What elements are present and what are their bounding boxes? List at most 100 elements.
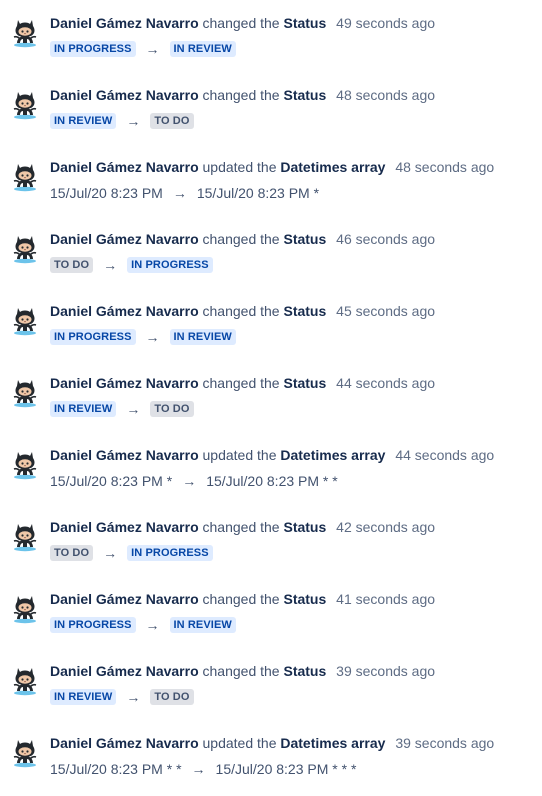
octocat-avatar-icon[interactable] xyxy=(12,16,38,48)
octocat-avatar-icon[interactable] xyxy=(12,592,38,624)
entry-timestamp[interactable]: 42 seconds ago xyxy=(336,519,435,535)
old-status-lozenge: IN REVIEW xyxy=(50,401,117,417)
octocat-avatar-icon[interactable] xyxy=(12,88,38,120)
action-text: changed the xyxy=(202,87,280,103)
arrow-right-icon: → xyxy=(172,185,187,201)
field-name: Datetimes array xyxy=(280,159,386,175)
arrow-right-icon: → xyxy=(126,689,141,705)
entry-summary: Daniel Gámez Navarro changed the Status … xyxy=(50,518,435,536)
action-text: updated the xyxy=(202,735,277,751)
field-name: Status xyxy=(283,87,327,103)
author-name[interactable]: Daniel Gámez Navarro xyxy=(50,231,199,247)
entry-timestamp[interactable]: 44 seconds ago xyxy=(395,447,494,463)
change-values: IN PROGRESS → IN REVIEW xyxy=(50,328,236,346)
change-values: TO DO → IN PROGRESS xyxy=(50,256,213,274)
old-status-lozenge: IN REVIEW xyxy=(50,689,117,705)
change-values: TO DO → IN PROGRESS xyxy=(50,544,213,562)
field-name: Status xyxy=(283,375,327,391)
new-status-lozenge: TO DO xyxy=(150,113,194,129)
author-name[interactable]: Daniel Gámez Navarro xyxy=(50,15,199,31)
field-name: Datetimes array xyxy=(280,447,386,463)
arrow-right-icon: → xyxy=(126,113,141,129)
octocat-avatar-icon[interactable] xyxy=(12,448,38,480)
field-name: Status xyxy=(283,231,327,247)
history-entry: Daniel Gámez Navarro changed the Status … xyxy=(0,518,542,580)
change-values: IN PROGRESS → IN REVIEW xyxy=(50,40,236,58)
new-datetime-value: 15/Jul/20 8:23 PM * * xyxy=(206,473,338,489)
history-entry: Daniel Gámez Navarro updated the Datetim… xyxy=(0,734,542,796)
arrow-right-icon: → xyxy=(182,473,197,489)
old-status-lozenge: IN PROGRESS xyxy=(50,617,136,633)
arrow-right-icon: → xyxy=(103,257,118,273)
arrow-right-icon: → xyxy=(145,329,160,345)
history-entry: Daniel Gámez Navarro changed the Status … xyxy=(0,230,542,292)
octocat-avatar-icon[interactable] xyxy=(12,304,38,336)
field-name: Status xyxy=(283,663,327,679)
entry-summary: Daniel Gámez Navarro updated the Datetim… xyxy=(50,734,494,752)
history-entry: Daniel Gámez Navarro changed the Status … xyxy=(0,302,542,364)
old-datetime-value: 15/Jul/20 8:23 PM * * xyxy=(50,761,182,777)
action-text: updated the xyxy=(202,447,277,463)
author-name[interactable]: Daniel Gámez Navarro xyxy=(50,303,199,319)
activity-feed: Daniel Gámez Navarro changed the Status … xyxy=(0,0,542,793)
action-text: changed the xyxy=(202,15,280,31)
old-status-lozenge: TO DO xyxy=(50,257,94,273)
author-name[interactable]: Daniel Gámez Navarro xyxy=(50,591,199,607)
field-name: Status xyxy=(283,303,327,319)
entry-timestamp[interactable]: 44 seconds ago xyxy=(336,375,435,391)
change-values: 15/Jul/20 8:23 PM * → 15/Jul/20 8:23 PM … xyxy=(50,472,338,490)
history-entry: Daniel Gámez Navarro changed the Status … xyxy=(0,590,542,652)
entry-summary: Daniel Gámez Navarro changed the Status … xyxy=(50,662,435,680)
change-values: 15/Jul/20 8:23 PM → 15/Jul/20 8:23 PM * xyxy=(50,184,319,202)
author-name[interactable]: Daniel Gámez Navarro xyxy=(50,735,199,751)
entry-summary: Daniel Gámez Navarro changed the Status … xyxy=(50,302,435,320)
new-datetime-value: 15/Jul/20 8:23 PM * * * xyxy=(215,761,357,777)
new-status-lozenge: TO DO xyxy=(150,689,194,705)
old-status-lozenge: IN PROGRESS xyxy=(50,41,136,57)
action-text: changed the xyxy=(202,231,280,247)
author-name[interactable]: Daniel Gámez Navarro xyxy=(50,663,199,679)
entry-timestamp[interactable]: 49 seconds ago xyxy=(336,15,435,31)
author-name[interactable]: Daniel Gámez Navarro xyxy=(50,87,199,103)
arrow-right-icon: → xyxy=(126,401,141,417)
history-entry: Daniel Gámez Navarro updated the Datetim… xyxy=(0,158,542,220)
author-name[interactable]: Daniel Gámez Navarro xyxy=(50,159,199,175)
octocat-avatar-icon[interactable] xyxy=(12,664,38,696)
octocat-avatar-icon[interactable] xyxy=(12,376,38,408)
action-text: changed the xyxy=(202,663,280,679)
entry-timestamp[interactable]: 46 seconds ago xyxy=(336,231,435,247)
new-status-lozenge: TO DO xyxy=(150,401,194,417)
entry-summary: Daniel Gámez Navarro updated the Datetim… xyxy=(50,446,494,464)
entry-timestamp[interactable]: 39 seconds ago xyxy=(395,735,494,751)
entry-timestamp[interactable]: 45 seconds ago xyxy=(336,303,435,319)
history-entry: Daniel Gámez Navarro updated the Datetim… xyxy=(0,446,542,508)
octocat-avatar-icon[interactable] xyxy=(12,160,38,192)
change-values: IN REVIEW → TO DO xyxy=(50,688,194,706)
octocat-avatar-icon[interactable] xyxy=(12,520,38,552)
entry-summary: Daniel Gámez Navarro updated the Datetim… xyxy=(50,158,494,176)
arrow-right-icon: → xyxy=(103,545,118,561)
new-status-lozenge: IN PROGRESS xyxy=(127,545,213,561)
new-status-lozenge: IN REVIEW xyxy=(169,41,236,57)
author-name[interactable]: Daniel Gámez Navarro xyxy=(50,375,199,391)
entry-timestamp[interactable]: 41 seconds ago xyxy=(336,591,435,607)
history-entry: Daniel Gámez Navarro changed the Status … xyxy=(0,662,542,724)
change-values: 15/Jul/20 8:23 PM * * → 15/Jul/20 8:23 P… xyxy=(50,760,356,778)
octocat-avatar-icon[interactable] xyxy=(12,736,38,768)
entry-timestamp[interactable]: 39 seconds ago xyxy=(336,663,435,679)
old-datetime-value: 15/Jul/20 8:23 PM xyxy=(50,185,163,201)
old-status-lozenge: IN REVIEW xyxy=(50,113,117,129)
old-status-lozenge: TO DO xyxy=(50,545,94,561)
entry-timestamp[interactable]: 48 seconds ago xyxy=(395,159,494,175)
entry-summary: Daniel Gámez Navarro changed the Status … xyxy=(50,230,435,248)
action-text: changed the xyxy=(202,519,280,535)
octocat-avatar-icon[interactable] xyxy=(12,232,38,264)
old-datetime-value: 15/Jul/20 8:23 PM * xyxy=(50,473,173,489)
field-name: Status xyxy=(283,15,327,31)
history-entry: Daniel Gámez Navarro changed the Status … xyxy=(0,86,542,148)
author-name[interactable]: Daniel Gámez Navarro xyxy=(50,447,199,463)
field-name: Datetimes array xyxy=(280,735,386,751)
arrow-right-icon: → xyxy=(191,761,206,777)
author-name[interactable]: Daniel Gámez Navarro xyxy=(50,519,199,535)
entry-timestamp[interactable]: 48 seconds ago xyxy=(336,87,435,103)
